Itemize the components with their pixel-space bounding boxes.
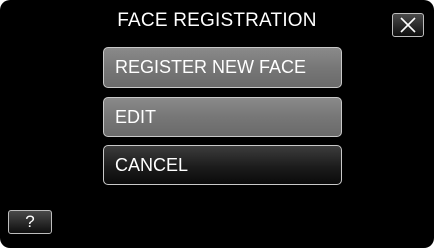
help-icon: ?	[25, 212, 35, 231]
close-button[interactable]	[392, 13, 424, 37]
cancel-button[interactable]: CANCEL	[103, 145, 342, 185]
register-new-face-button[interactable]: REGISTER NEW FACE	[103, 47, 342, 88]
face-registration-screen: FACE REGISTRATION REGISTER NEW FACE EDIT…	[0, 0, 434, 248]
close-icon	[399, 17, 417, 33]
register-new-face-label: REGISTER NEW FACE	[115, 57, 307, 77]
cancel-label: CANCEL	[115, 154, 189, 175]
edit-button[interactable]: EDIT	[103, 97, 342, 137]
edit-label: EDIT	[115, 106, 157, 127]
help-button[interactable]: ?	[8, 210, 52, 234]
page-title: FACE REGISTRATION	[117, 10, 317, 31]
